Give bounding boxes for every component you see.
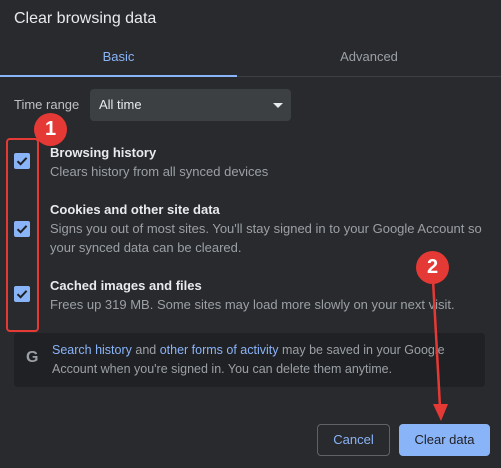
time-range-select[interactable]: All time <box>90 89 291 121</box>
cookies-description: Signs you out of most sites. You'll stay… <box>50 221 482 255</box>
search-history-link[interactable]: Search history <box>52 343 132 357</box>
info-text-and: and <box>131 343 160 357</box>
dialog-title: Clear browsing data <box>14 10 157 27</box>
time-range-value: All time <box>99 97 142 112</box>
browsing-history-title: Browsing history <box>50 145 157 160</box>
chevron-down-icon <box>273 103 283 108</box>
info-text: Search history and other forms of activi… <box>52 341 472 379</box>
clear-browsing-data-dialog: Clear browsing data Basic Advanced Time … <box>0 0 501 468</box>
tab-bar: Basic Advanced <box>0 38 501 77</box>
cancel-button[interactable]: Cancel <box>317 424 390 456</box>
cookies-title: Cookies and other site data <box>50 202 220 217</box>
tab-advanced[interactable]: Advanced <box>237 38 501 76</box>
annotation-highlight-frame <box>6 138 39 332</box>
cached-images-title: Cached images and files <box>50 278 202 293</box>
browsing-history-description: Clears history from all synced devices <box>50 164 269 179</box>
annotation-badge-1: 1 <box>34 113 67 146</box>
google-account-info: G Search history and other forms of acti… <box>14 333 485 387</box>
other-activity-link[interactable]: other forms of activity <box>160 343 279 357</box>
tab-basic[interactable]: Basic <box>0 38 237 77</box>
time-range-label: Time range <box>14 97 80 112</box>
google-g-icon: G <box>26 349 39 366</box>
cached-images-description: Frees up 319 MB. Some sites may load mor… <box>50 297 455 312</box>
clear-data-button[interactable]: Clear data <box>399 424 490 456</box>
annotation-badge-2: 2 <box>416 251 449 284</box>
